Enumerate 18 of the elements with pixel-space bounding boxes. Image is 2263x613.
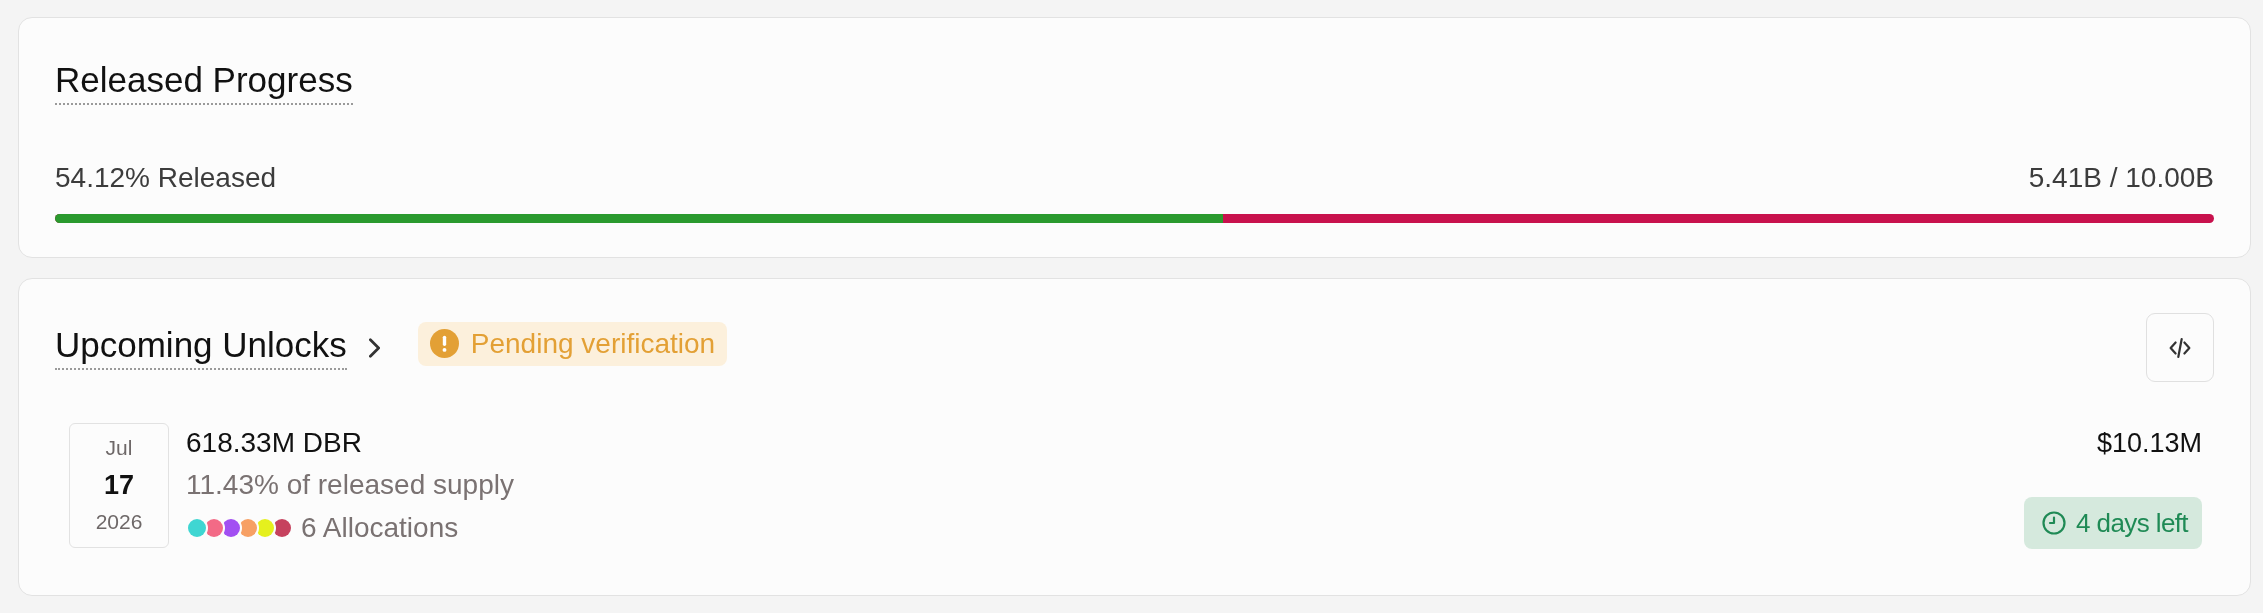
code-button[interactable] <box>2146 313 2214 382</box>
supply-share: 11.43% of released supply <box>186 468 514 502</box>
allocations-count: 6 Allocations <box>301 512 459 544</box>
code-icon <box>2169 337 2191 358</box>
status-label: Pending verification <box>470 328 716 359</box>
clock-icon <box>2042 511 2067 535</box>
unlock-amount: 618.33M DBR <box>186 426 363 460</box>
chevron-right-icon[interactable] <box>368 337 380 358</box>
supply-amount: 5.41B / 10.00B <box>2028 162 2214 194</box>
released-percentage: 54.12% Released <box>55 162 277 194</box>
unlock-value: $10.13M <box>2096 427 2202 460</box>
date-year: 2026 <box>95 509 143 535</box>
time-left-label: 4 days left <box>2076 507 2188 539</box>
card-title: Upcoming Unlocks <box>55 325 347 370</box>
date-day: 17 <box>103 465 134 505</box>
card-title: Released Progress <box>55 60 353 105</box>
date-month: Jul <box>105 435 133 461</box>
warning-icon <box>429 329 459 358</box>
